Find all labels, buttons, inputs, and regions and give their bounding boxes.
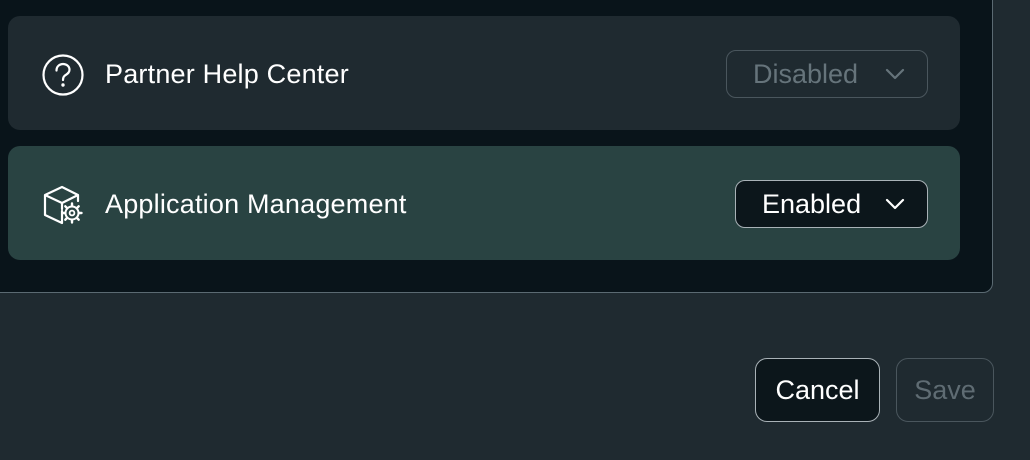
feature-label: Partner Help Center <box>105 59 349 89</box>
feature-row-application-management: Application Management Enabled <box>8 146 960 260</box>
application-management-status-select[interactable]: Enabled <box>735 180 928 228</box>
save-button[interactable]: Save <box>896 358 994 422</box>
select-value: Enabled <box>762 188 862 219</box>
feature-label: Application Management <box>105 189 407 219</box>
question-circle-icon <box>40 53 86 97</box>
box-gear-icon <box>40 183 86 227</box>
cancel-button[interactable]: Cancel <box>755 358 880 422</box>
partner-help-center-status-select[interactable]: Disabled <box>726 50 928 98</box>
chevron-down-icon <box>885 198 905 210</box>
select-value: Disabled <box>753 58 859 89</box>
chevron-down-icon <box>885 68 905 80</box>
feature-row-partner-help-center: Partner Help Center Disabled <box>8 16 960 130</box>
